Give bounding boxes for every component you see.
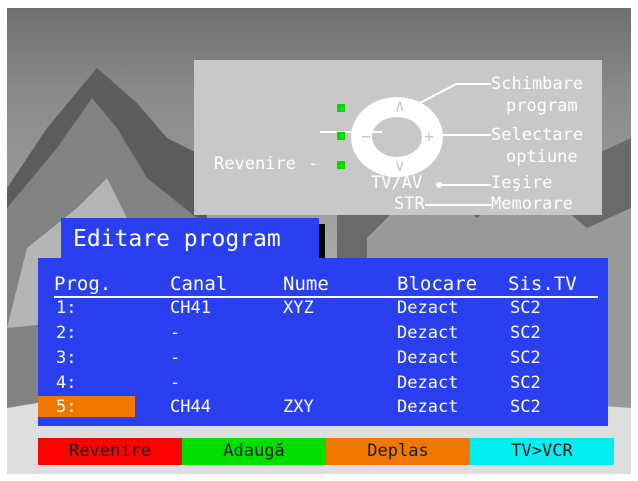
program-table: Prog. Canal Nume Blocare Sis.TV 1: CH41 …	[38, 258, 608, 426]
str-label: STR	[394, 194, 425, 214]
sistv-value: SC2	[510, 397, 541, 417]
prog-number: 3:	[56, 348, 77, 368]
plus-icon: +	[424, 127, 435, 147]
dash-icon: -	[308, 154, 319, 174]
column-header-prog: Prog.	[54, 273, 112, 295]
revenire-hint: Revenire	[214, 154, 296, 174]
red-revenire-button[interactable]: Revenire	[38, 438, 182, 465]
prog-number: 4:	[56, 373, 77, 393]
tvav-label: TV/AV	[371, 173, 423, 193]
selected-row-highlight	[38, 396, 135, 417]
green-adauga-button[interactable]: Adaugă	[182, 438, 326, 465]
canal-value: -	[170, 323, 181, 343]
green-led-icon	[337, 132, 345, 140]
optiune-hint: optiune	[506, 147, 578, 167]
blocare-value: Dezact	[397, 298, 459, 318]
minus-icon: −	[361, 127, 372, 147]
canal-value: -	[170, 373, 181, 393]
cyan-tvvcr-button[interactable]: TV>VCR	[470, 438, 614, 465]
nume-value: ZXY	[283, 397, 314, 417]
tv-screen: ∧ ∨ − + Revenire - Schimbare program Sel…	[7, 8, 631, 474]
column-header-blocare: Blocare	[397, 273, 478, 295]
prog-number: 1:	[56, 298, 77, 318]
blocare-value: Dezact	[397, 348, 459, 368]
sistv-value: SC2	[510, 298, 541, 318]
column-header-sistv: Sis.TV	[508, 273, 577, 295]
remote-help-panel: ∧ ∨ − + Revenire - Schimbare program Sel…	[194, 60, 602, 215]
sistv-value: SC2	[510, 323, 541, 343]
schimbare-hint: Schimbare	[491, 74, 584, 94]
prog-number: 5:	[56, 397, 77, 417]
memorare-hint: Memorare	[491, 194, 573, 214]
sistv-value: SC2	[510, 348, 541, 368]
canal-value: CH41	[170, 298, 211, 318]
up-arrow-icon: ∧	[395, 96, 405, 115]
column-header-nume: Nume	[283, 273, 329, 295]
column-header-canal: Canal	[170, 273, 228, 295]
iesire-hint: Ieşire	[491, 173, 553, 193]
orange-deplas-button[interactable]: Deplas	[326, 438, 470, 465]
sistv-value: SC2	[510, 373, 541, 393]
page-title: Editare program	[73, 226, 281, 252]
blocare-value: Dezact	[397, 373, 459, 393]
blocare-value: Dezact	[397, 323, 459, 343]
selectare-hint: Selectare	[491, 125, 584, 145]
nume-value: XYZ	[283, 298, 314, 318]
page-title-box: Editare program	[61, 218, 319, 260]
program-hint: program	[506, 96, 578, 116]
green-led-icon	[337, 104, 345, 112]
canal-value: CH44	[170, 397, 211, 417]
canal-value: -	[170, 348, 181, 368]
prog-number: 2:	[56, 323, 77, 343]
blocare-value: Dezact	[397, 397, 459, 417]
green-led-icon	[337, 161, 345, 169]
function-key-bar: Revenire Adaugă Deplas TV>VCR	[38, 438, 614, 465]
